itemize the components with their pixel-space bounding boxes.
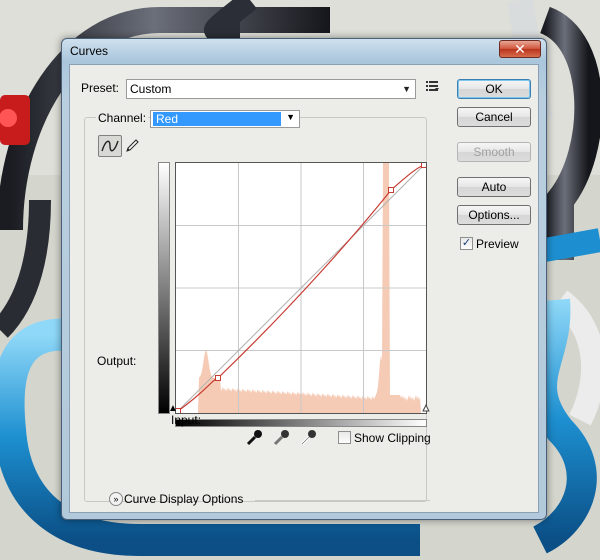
- gray-point-eyedropper[interactable]: [273, 428, 291, 449]
- preset-label: Preset:: [81, 81, 120, 95]
- preset-select[interactable]: Custom ▼: [126, 79, 416, 99]
- black-point-eyedropper[interactable]: [246, 428, 264, 449]
- preset-options-menu[interactable]: [426, 80, 440, 95]
- channel-value: Red: [153, 112, 281, 126]
- white-point-eyedropper[interactable]: [300, 428, 318, 449]
- pencil-icon: [126, 139, 139, 152]
- output-label: Output:: [97, 354, 137, 368]
- pencil-tool-button[interactable]: [120, 135, 144, 157]
- close-icon: ✕: [514, 41, 526, 57]
- chevron-down-icon: ▼: [402, 84, 411, 94]
- curve-control-point: [421, 162, 427, 168]
- window-title: Curves: [70, 44, 109, 58]
- display-options-divider: [255, 500, 430, 501]
- curve-tool-button[interactable]: [98, 135, 122, 157]
- channel-label: Channel:: [96, 111, 149, 125]
- show-clipping-checkbox[interactable]: [338, 431, 351, 444]
- gray-point-eyedropper-icon: [273, 430, 289, 446]
- curves-dialog: Curves ✕ Preset: Custom ▼ Channel: Red ▼: [61, 38, 547, 520]
- curve-display-options-toggle[interactable]: »: [109, 492, 123, 506]
- curve-control-point: [215, 375, 221, 381]
- output-gradient-bar: [158, 162, 170, 414]
- white-point-slider[interactable]: ▲: [421, 403, 432, 414]
- curve-icon: [101, 140, 119, 152]
- chevron-down-icon: ▼: [286, 112, 295, 122]
- menu-lines-icon: [426, 81, 439, 91]
- preview-checkbox[interactable]: ✓: [460, 237, 473, 250]
- close-button[interactable]: ✕: [499, 40, 541, 58]
- ok-button[interactable]: OK: [457, 79, 531, 99]
- chevron-down-double-icon: »: [113, 494, 119, 504]
- smooth-button[interactable]: Smooth: [457, 142, 531, 162]
- checkmark-icon: ✓: [461, 237, 472, 249]
- curve-control-point: [388, 187, 394, 193]
- curve-plot-svg: [175, 162, 427, 414]
- channel-select[interactable]: Red ▼: [150, 110, 300, 128]
- options-button[interactable]: Options...: [457, 205, 531, 225]
- curve-graph[interactable]: [175, 162, 427, 414]
- input-label: Input:: [171, 413, 202, 427]
- show-clipping-label: Show Clipping: [354, 431, 431, 445]
- input-gradient-bar: [175, 419, 427, 427]
- white-point-eyedropper-icon: [300, 430, 316, 446]
- preview-label: Preview: [476, 237, 519, 251]
- black-point-eyedropper-icon: [246, 430, 262, 446]
- cancel-button[interactable]: Cancel: [457, 107, 531, 127]
- preset-value: Custom: [130, 82, 172, 96]
- auto-button[interactable]: Auto: [457, 177, 531, 197]
- curve-display-options-label: Curve Display Options: [124, 492, 244, 506]
- dialog-client-area: Preset: Custom ▼ Channel: Red ▼ Output: …: [69, 64, 539, 513]
